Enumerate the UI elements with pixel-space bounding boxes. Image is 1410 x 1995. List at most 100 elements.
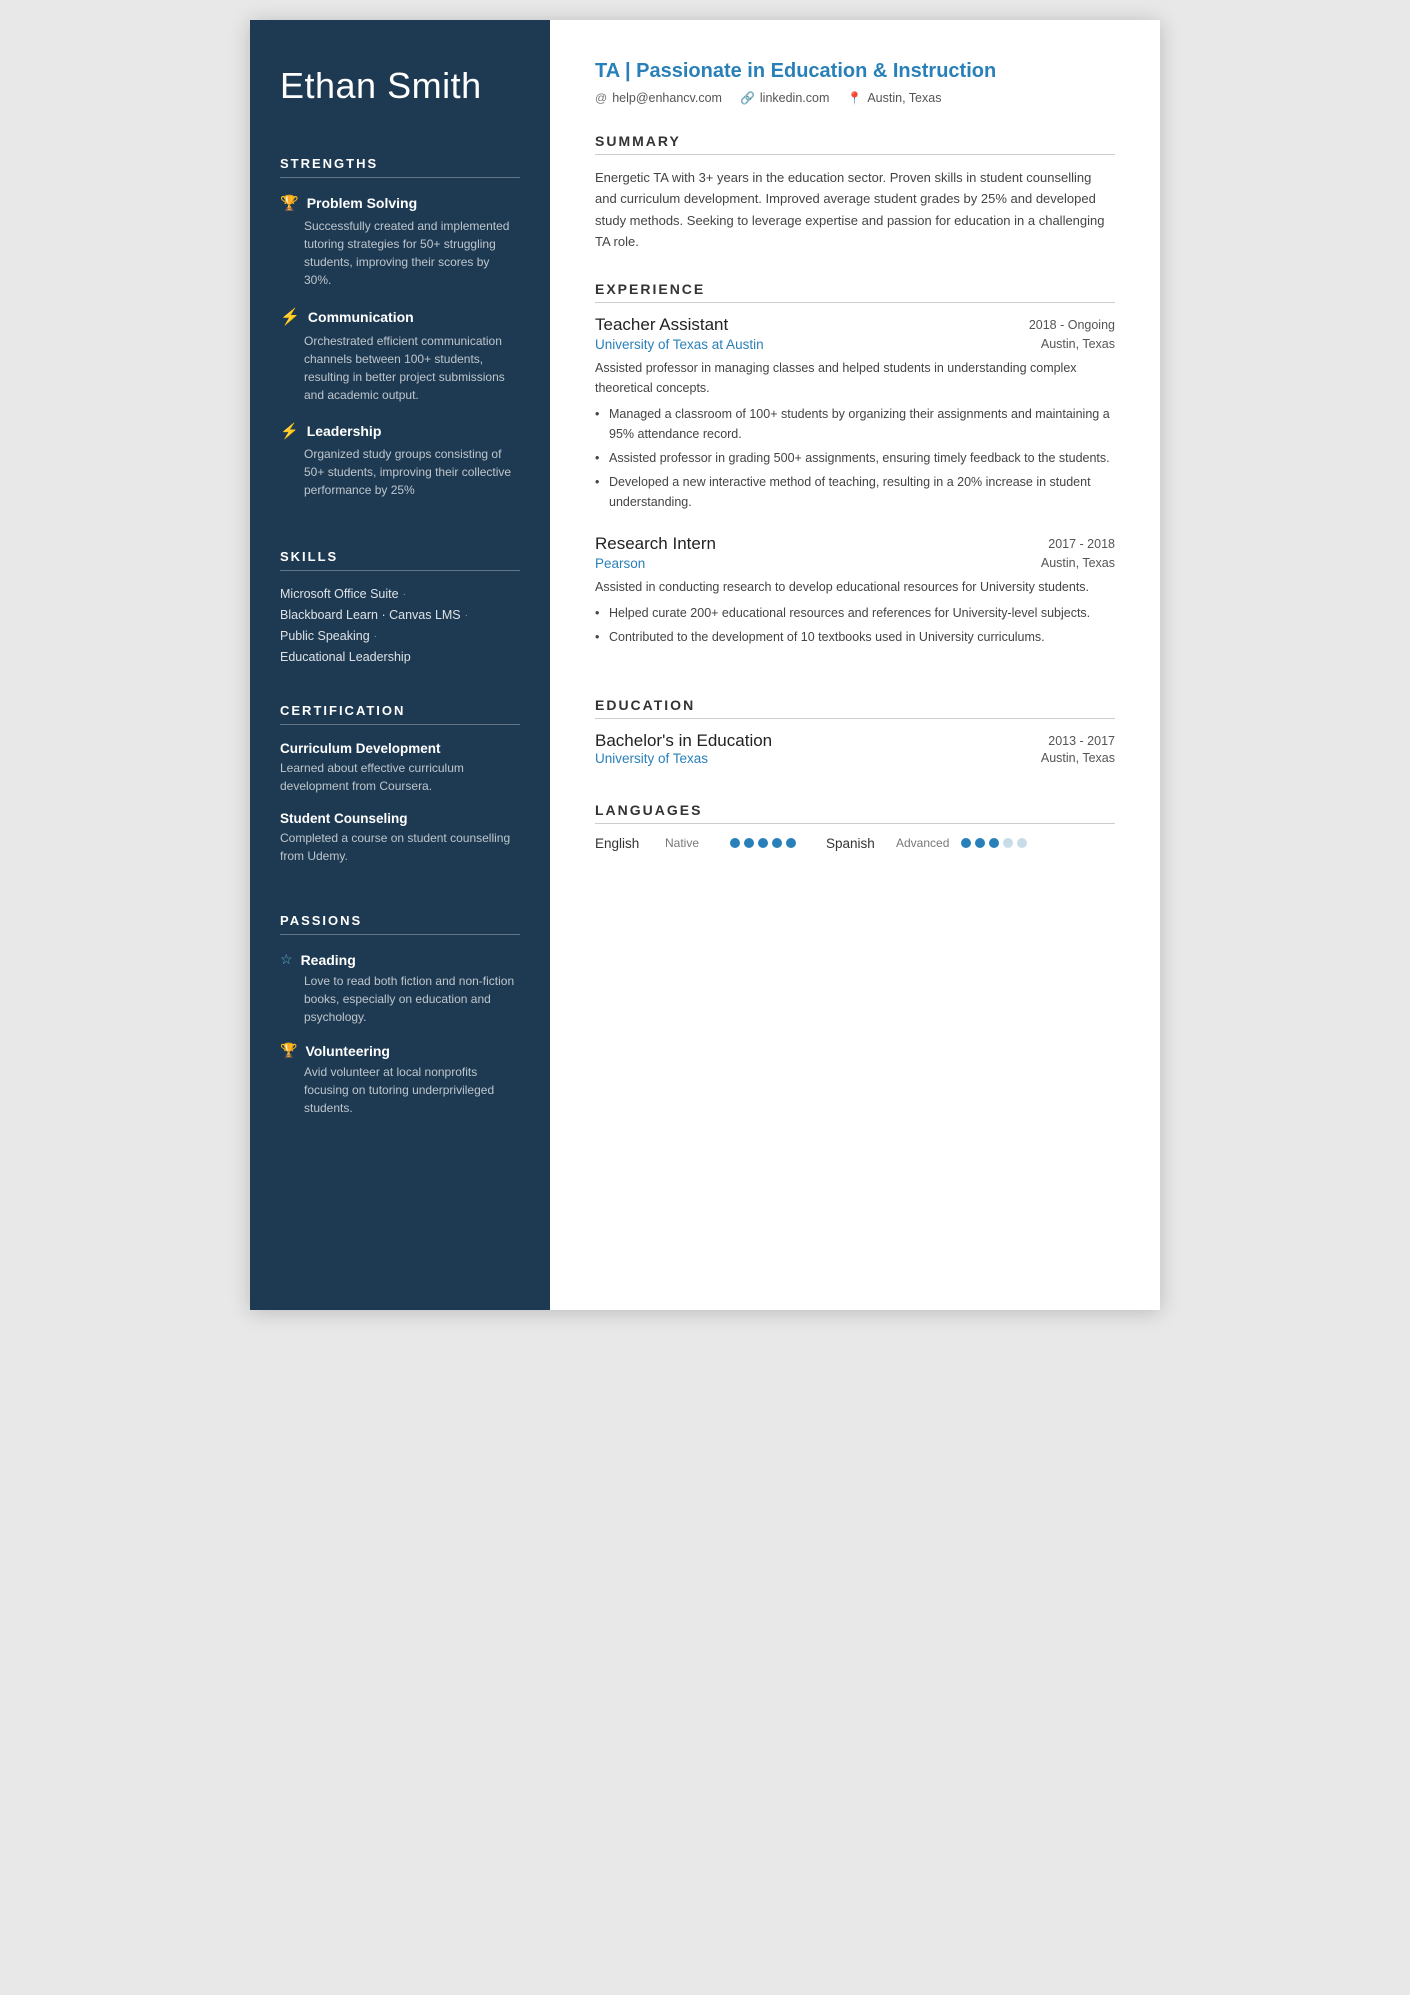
skills-section: SKILLS Microsoft Office Suite · Blackboa…: [280, 549, 520, 671]
lang-level-1: Native: [665, 836, 720, 850]
exp-desc-2: Assisted in conducting research to devel…: [595, 577, 1115, 597]
job-title: TA | Passionate in Education & Instructi…: [595, 60, 1115, 83]
skill-label-2: Blackboard Learn · Canvas LMS: [280, 608, 461, 622]
edu-degree-1: Bachelor's in Education: [595, 731, 772, 751]
email-contact: @ help@enhancv.com: [595, 91, 722, 105]
exp-location-1: Austin, Texas: [1041, 337, 1115, 354]
exp-company-2: Pearson: [595, 556, 645, 571]
lang-dot-2-2: [975, 838, 985, 848]
skill-item-2: Blackboard Learn · Canvas LMS ·: [280, 608, 520, 622]
edu-header-row-1: Bachelor's in Education 2013 - 2017: [595, 731, 1115, 751]
passion-desc-2: Avid volunteer at local nonprofits focus…: [280, 1063, 520, 1117]
summary-text: Energetic TA with 3+ years in the educat…: [595, 167, 1115, 253]
lang-dot-2-4: [1003, 838, 1013, 848]
cert-desc-2: Completed a course on student counsellin…: [280, 829, 520, 865]
exp-bullet-2-1: Helped curate 200+ educational resources…: [595, 603, 1115, 623]
lang-dots-1: [730, 838, 796, 848]
location-value: Austin, Texas: [867, 91, 941, 105]
language-item-2: Spanish Advanced: [826, 836, 1027, 851]
exp-header-row-1: Teacher Assistant 2018 - Ongoing: [595, 315, 1115, 335]
cert-desc-1: Learned about effective curriculum devel…: [280, 759, 520, 795]
volunteer-icon: 🏆: [280, 1042, 297, 1059]
education-title: EDUCATION: [595, 697, 1115, 719]
candidate-name: Ethan Smith: [280, 65, 520, 106]
exp-title-1: Teacher Assistant: [595, 315, 728, 335]
exp-company-loc-1: University of Texas at Austin Austin, Te…: [595, 337, 1115, 354]
exp-bullet-1-3: Developed a new interactive method of te…: [595, 472, 1115, 512]
experience-entry-1: Teacher Assistant 2018 - Ongoing Univers…: [595, 315, 1115, 512]
trophy-icon: 🏆: [280, 194, 299, 212]
summary-title: SUMMARY: [595, 133, 1115, 155]
language-item-1: English Native: [595, 836, 796, 851]
lang-name-1: English: [595, 836, 655, 851]
skill-label-1: Microsoft Office Suite: [280, 587, 399, 601]
strength-header-1: 🏆 Problem Solving: [280, 194, 520, 212]
lang-dot-1-5: [786, 838, 796, 848]
skill-item-1: Microsoft Office Suite ·: [280, 587, 520, 601]
passions-section: PASSIONS ☆ Reading Love to read both fic…: [280, 913, 520, 1133]
passion-title-1: Reading: [301, 952, 356, 968]
passion-desc-1: Love to read both fiction and non-fictio…: [280, 972, 520, 1026]
location-icon: 📍: [847, 91, 862, 105]
email-value: help@enhancv.com: [612, 91, 722, 105]
lang-level-2: Advanced: [896, 836, 951, 850]
passion-item-1: ☆ Reading Love to read both fiction and …: [280, 951, 520, 1026]
strength-item-1: 🏆 Problem Solving Successfully created a…: [280, 194, 520, 289]
skills-title: SKILLS: [280, 549, 520, 571]
sidebar: Ethan Smith STRENGTHS 🏆 Problem Solving …: [250, 20, 550, 1310]
edu-school-loc-1: University of Texas Austin, Texas: [595, 751, 1115, 766]
strength-item-3: ⚡ Leadership Organized study groups cons…: [280, 422, 520, 499]
skill-item-3: Public Speaking ·: [280, 629, 520, 643]
edu-location-1: Austin, Texas: [1041, 751, 1115, 766]
strength-title-3: Leadership: [307, 423, 382, 439]
certification-section: CERTIFICATION Curriculum Development Lea…: [280, 703, 520, 881]
cert-item-2: Student Counseling Completed a course on…: [280, 811, 520, 865]
linkedin-value: linkedin.com: [760, 91, 829, 105]
experience-entry-2: Research Intern 2017 - 2018 Pearson Aust…: [595, 534, 1115, 647]
exp-dates-1: 2018 - Ongoing: [1029, 318, 1115, 332]
exp-company-loc-2: Pearson Austin, Texas: [595, 556, 1115, 573]
leadership-icon: ⚡: [280, 422, 299, 440]
exp-company-1: University of Texas at Austin: [595, 337, 764, 352]
languages-title: LANGUAGES: [595, 802, 1115, 824]
edu-school-1: University of Texas: [595, 751, 708, 766]
passions-title: PASSIONS: [280, 913, 520, 935]
exp-title-2: Research Intern: [595, 534, 716, 554]
exp-header-row-2: Research Intern 2017 - 2018: [595, 534, 1115, 554]
location-contact: 📍 Austin, Texas: [847, 91, 941, 105]
cert-item-1: Curriculum Development Learned about eff…: [280, 741, 520, 795]
passion-header-2: 🏆 Volunteering: [280, 1042, 520, 1059]
lang-dot-1-3: [758, 838, 768, 848]
cert-title-2: Student Counseling: [280, 811, 520, 826]
star-icon: ☆: [280, 951, 293, 968]
edu-dates-1: 2013 - 2017: [1048, 734, 1115, 748]
contact-row: @ help@enhancv.com 🔗 linkedin.com 📍 Aust…: [595, 91, 1115, 105]
strength-desc-1: Successfully created and implemented tut…: [280, 217, 520, 289]
strength-title-1: Problem Solving: [307, 195, 417, 211]
languages-section: LANGUAGES English Native Spanish Advanc: [595, 802, 1115, 851]
email-icon: @: [595, 91, 607, 105]
lang-dot-1-2: [744, 838, 754, 848]
languages-row: English Native Spanish Advanced: [595, 836, 1115, 851]
linkedin-icon: 🔗: [740, 91, 755, 105]
exp-bullet-1-1: Managed a classroom of 100+ students by …: [595, 404, 1115, 444]
communication-icon: ⚡: [280, 307, 300, 327]
experience-title: EXPERIENCE: [595, 281, 1115, 303]
exp-location-2: Austin, Texas: [1041, 556, 1115, 573]
strength-item-2: ⚡ Communication Orchestrated efficient c…: [280, 307, 520, 404]
strength-header-3: ⚡ Leadership: [280, 422, 520, 440]
strengths-section: STRENGTHS 🏆 Problem Solving Successfully…: [280, 156, 520, 517]
strength-header-2: ⚡ Communication: [280, 307, 520, 327]
exp-bullets-2: Helped curate 200+ educational resources…: [595, 603, 1115, 647]
exp-bullet-2-2: Contributed to the development of 10 tex…: [595, 627, 1115, 647]
main-header: TA | Passionate in Education & Instructi…: [595, 60, 1115, 105]
exp-dates-2: 2017 - 2018: [1048, 537, 1115, 551]
passion-header-1: ☆ Reading: [280, 951, 520, 968]
main-content: TA | Passionate in Education & Instructi…: [550, 20, 1160, 1310]
linkedin-contact: 🔗 linkedin.com: [740, 91, 829, 105]
lang-name-2: Spanish: [826, 836, 886, 851]
education-entry-1: Bachelor's in Education 2013 - 2017 Univ…: [595, 731, 1115, 766]
skill-label-4: Educational Leadership: [280, 650, 411, 664]
skill-dot-3: ·: [374, 631, 377, 642]
cert-title-1: Curriculum Development: [280, 741, 520, 756]
